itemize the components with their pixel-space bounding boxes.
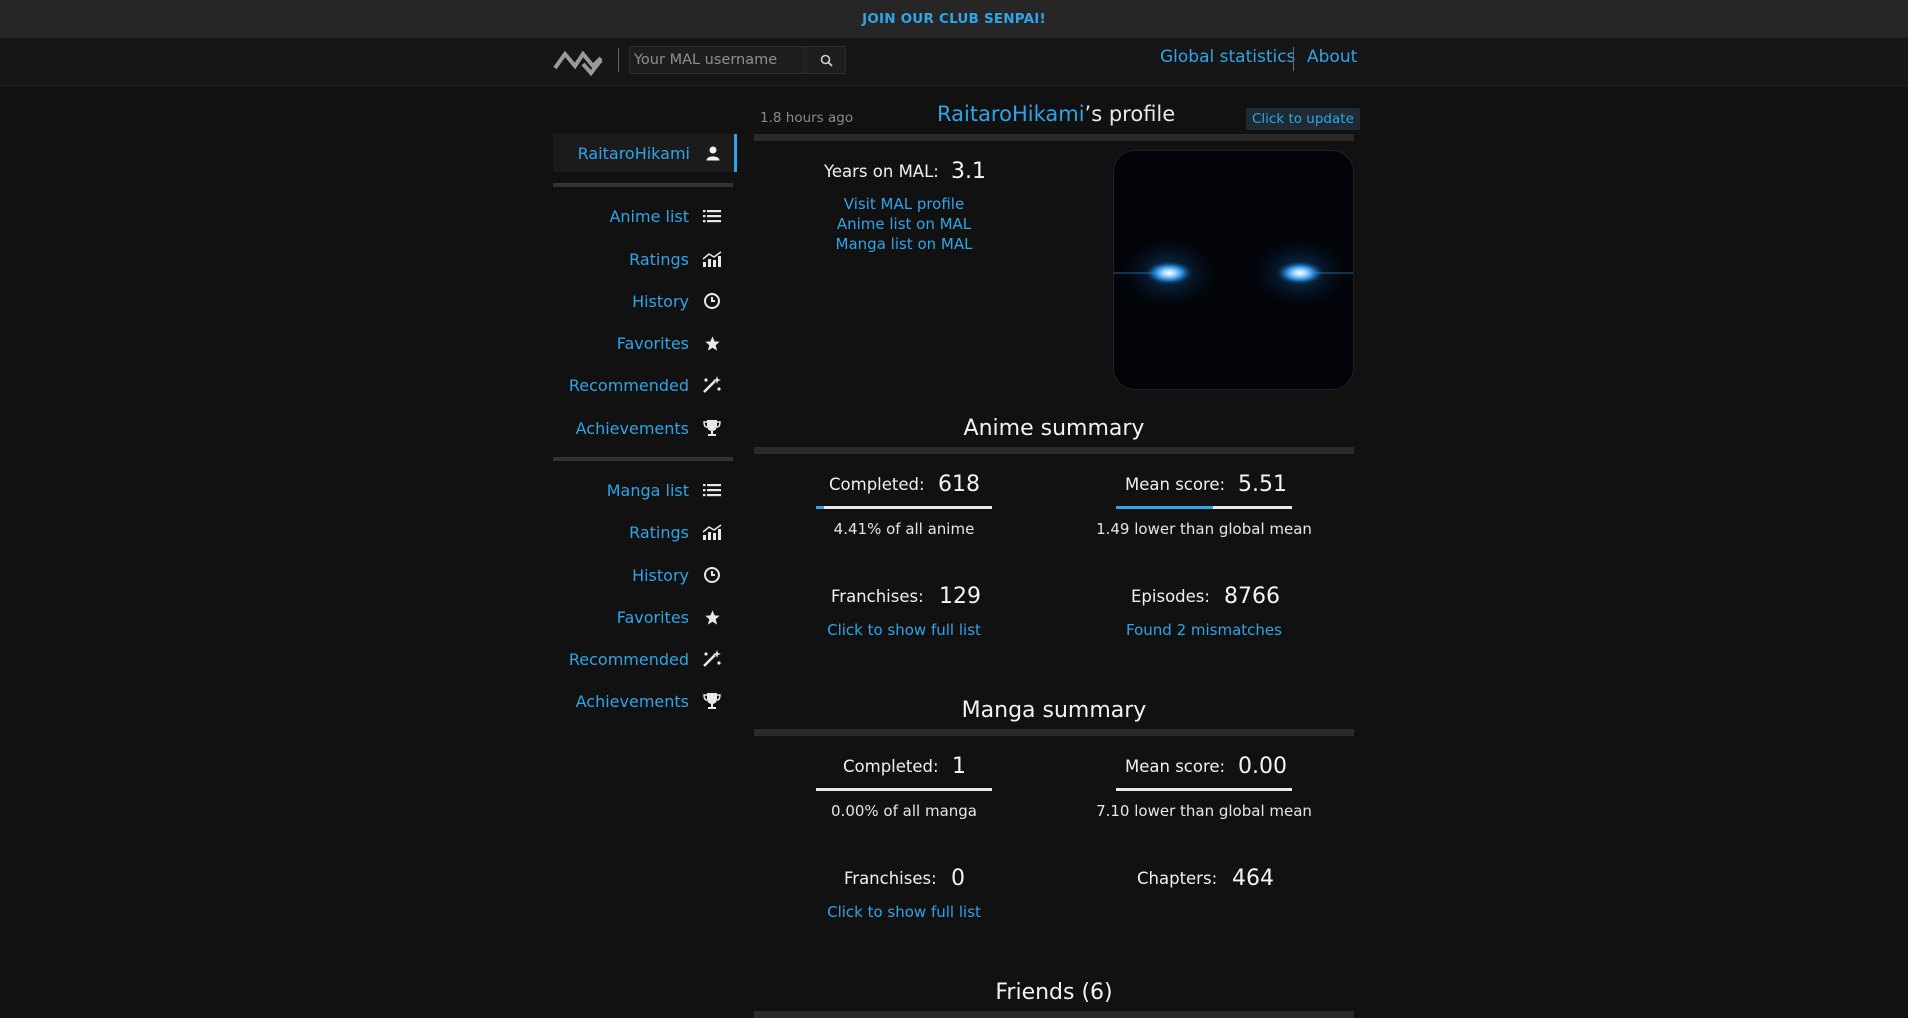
- sidebar-item-anime-recommended[interactable]: Recommended: [553, 368, 733, 402]
- sidebar-item-label: Manga list: [606, 480, 689, 500]
- years-on-mal-label: Years on MAL:: [824, 162, 939, 181]
- manga-franchises-show-list-link[interactable]: Click to show full list: [784, 903, 1024, 921]
- anime-completed-label: Completed:: [829, 475, 925, 494]
- profile-username-link[interactable]: RaitaroHikami: [937, 102, 1085, 126]
- anime-list-on-mal-link[interactable]: Anime list on MAL: [784, 215, 1024, 233]
- sidebar-item-anime-list[interactable]: Anime list: [553, 199, 733, 233]
- anime-mean-score-value: 5.51: [1238, 472, 1287, 497]
- username-search-input[interactable]: [629, 46, 805, 74]
- sidebar-username: RaitaroHikami: [577, 143, 690, 163]
- header-link-separator: [1293, 47, 1294, 71]
- years-on-mal-value: 3.1: [951, 159, 986, 184]
- update-button[interactable]: Click to update: [1246, 108, 1360, 130]
- sidebar-item-manga-ratings[interactable]: Ratings: [553, 515, 733, 549]
- anime-franchises-show-list-link[interactable]: Click to show full list: [784, 621, 1024, 639]
- search-icon: [820, 54, 833, 67]
- trophy-icon: [701, 690, 723, 712]
- about-link[interactable]: About: [1307, 47, 1357, 67]
- search-button[interactable]: [806, 46, 846, 74]
- sidebar-divider: [553, 183, 733, 187]
- star-icon: [701, 606, 723, 628]
- list-icon: [701, 479, 723, 501]
- top-bar: [0, 38, 1908, 86]
- sidebar-item-label: Anime list: [609, 206, 689, 226]
- manga-completed-percent: 0.00% of all manga: [831, 802, 977, 820]
- profile-title-suffix: ’s profile: [1084, 102, 1176, 126]
- sidebar-item-manga-favorites[interactable]: Favorites: [553, 600, 733, 634]
- site-logo-icon[interactable]: [553, 46, 605, 76]
- anime-summary-title: Anime summary: [963, 416, 1145, 441]
- anime-mean-score-bar-fill: [1116, 506, 1213, 509]
- sidebar-item-manga-recommended[interactable]: Recommended: [553, 642, 733, 676]
- manga-mean-score-value: 0.00: [1238, 754, 1287, 779]
- section-divider: [754, 729, 1354, 736]
- sidebar-user-profile[interactable]: RaitaroHikami: [553, 134, 737, 172]
- history-clock-icon: [701, 564, 723, 586]
- sidebar-item-anime-favorites[interactable]: Favorites: [553, 326, 733, 360]
- page-title: RaitaroHikami’s profile: [937, 102, 1175, 126]
- club-banner[interactable]: JOIN OUR CLUB SENPAI!: [0, 0, 1908, 38]
- sidebar-item-manga-achievements[interactable]: Achievements: [553, 684, 733, 718]
- manga-mean-score-bar: [1116, 788, 1292, 791]
- anime-episodes-label: Episodes:: [1131, 587, 1210, 606]
- anime-episodes-mismatches-link[interactable]: Found 2 mismatches: [1084, 621, 1324, 639]
- sidebar-item-label: History: [632, 291, 689, 311]
- join-club-link[interactable]: JOIN OUR CLUB SENPAI!: [862, 11, 1046, 27]
- manga-chapters-value: 464: [1232, 866, 1274, 891]
- sidebar-item-label: History: [632, 565, 689, 585]
- global-statistics-link[interactable]: Global statistics: [1160, 47, 1295, 67]
- sidebar-item-label: Recommended: [568, 649, 689, 669]
- ratings-chart-icon: [701, 248, 723, 270]
- manga-completed-label: Completed:: [843, 757, 939, 776]
- sidebar-item-manga-history[interactable]: History: [553, 558, 733, 592]
- section-divider: [754, 447, 1354, 454]
- manga-list-on-mal-link[interactable]: Manga list on MAL: [784, 235, 1024, 253]
- visit-mal-profile-link[interactable]: Visit MAL profile: [784, 195, 1024, 213]
- section-divider: [754, 134, 1354, 141]
- anime-mean-score-bar: [1116, 506, 1292, 509]
- history-clock-icon: [701, 290, 723, 312]
- recommended-wand-icon: [701, 374, 723, 396]
- sidebar-item-anime-achievements[interactable]: Achievements: [553, 411, 733, 445]
- list-icon: [701, 205, 723, 227]
- manga-summary-title: Manga summary: [961, 698, 1147, 723]
- avatar-image: [1114, 151, 1353, 389]
- user-icon: [702, 142, 724, 164]
- recommended-wand-icon: [701, 648, 723, 670]
- manga-franchises-label: Franchises:: [844, 869, 937, 888]
- last-updated-time: 1.8 hours ago: [760, 110, 854, 126]
- logo-separator: [618, 48, 619, 72]
- sidebar-item-label: Favorites: [616, 333, 689, 353]
- sidebar-item-label: Ratings: [629, 522, 689, 542]
- manga-franchises-value: 0: [951, 866, 965, 891]
- trophy-icon: [701, 417, 723, 439]
- sidebar-divider: [553, 457, 733, 461]
- profile-avatar: [1113, 150, 1354, 390]
- manga-chapters-label: Chapters:: [1137, 869, 1218, 888]
- sidebar-item-label: Favorites: [616, 607, 689, 627]
- sidebar-item-anime-ratings[interactable]: Ratings: [553, 242, 733, 276]
- ratings-chart-icon: [701, 521, 723, 543]
- anime-completed-value: 618: [938, 472, 980, 497]
- anime-completed-bar: [816, 506, 992, 509]
- anime-completed-percent: 4.41% of all anime: [833, 520, 975, 538]
- sidebar-item-label: Recommended: [568, 375, 689, 395]
- manga-mean-score-label: Mean score:: [1125, 757, 1226, 776]
- anime-franchises-value: 129: [939, 584, 981, 609]
- manga-mean-score-diff: 7.10 lower than global mean: [1096, 802, 1312, 820]
- anime-episodes-value: 8766: [1224, 584, 1280, 609]
- sidebar-item-label: Achievements: [575, 691, 689, 711]
- manga-completed-bar: [816, 788, 992, 791]
- sidebar-item-anime-history[interactable]: History: [553, 284, 733, 318]
- friends-title: Friends (6): [995, 980, 1113, 1005]
- sidebar-item-label: Achievements: [575, 418, 689, 438]
- anime-completed-bar-fill: [816, 506, 824, 509]
- sidebar-item-manga-list[interactable]: Manga list: [553, 473, 733, 507]
- sidebar-item-label: Ratings: [629, 249, 689, 269]
- anime-mean-score-diff: 1.49 lower than global mean: [1096, 520, 1312, 538]
- star-icon: [701, 332, 723, 354]
- manga-completed-value: 1: [952, 754, 966, 779]
- anime-franchises-label: Franchises:: [831, 587, 924, 606]
- anime-mean-score-label: Mean score:: [1125, 475, 1226, 494]
